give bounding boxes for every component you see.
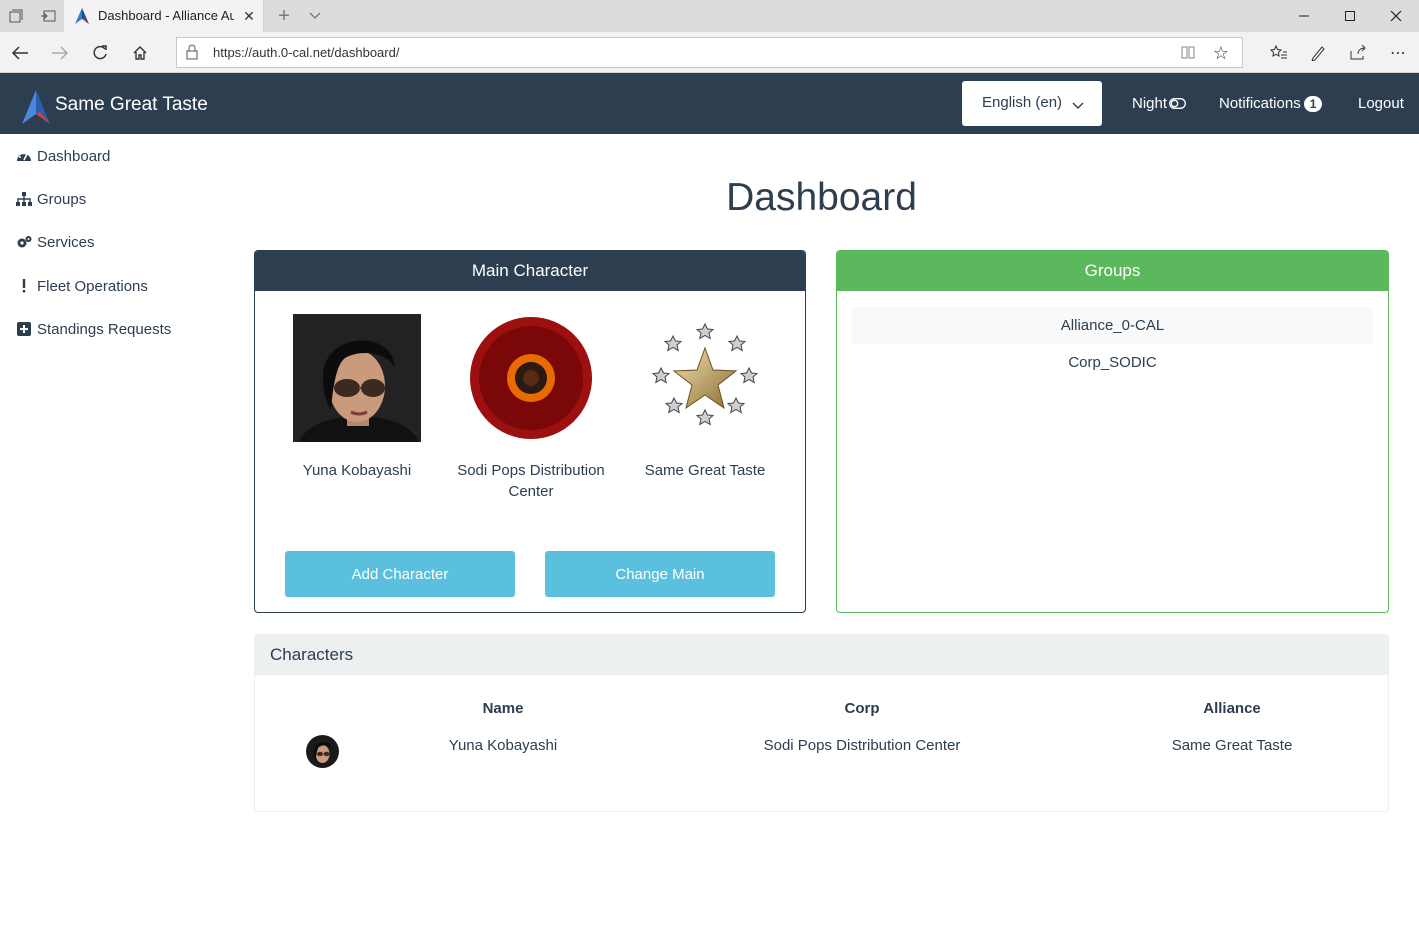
pen-icon[interactable] xyxy=(1305,40,1331,66)
corporation-logo-column: Sodi Pops Distribution Center xyxy=(444,314,618,502)
main-character-alliance: Same Great Taste xyxy=(644,462,766,479)
tab-title: Dashboard - Alliance Au xyxy=(98,8,234,23)
group-item: Alliance_0-CAL xyxy=(852,307,1373,344)
alliance-auth-favicon-icon xyxy=(74,8,90,24)
browser-tab-active[interactable]: Dashboard - Alliance Au ✕ xyxy=(64,0,264,32)
sidebar-item-standings-requests[interactable]: Standings Requests xyxy=(16,318,171,340)
sidebar-item-dashboard[interactable]: Dashboard xyxy=(16,145,110,167)
change-main-button[interactable]: Change Main xyxy=(545,551,775,597)
sidebar-item-label: Groups xyxy=(37,190,87,208)
chevron-down-icon xyxy=(1072,97,1084,109)
cogs-icon xyxy=(16,234,32,250)
back-arrow-icon[interactable] xyxy=(7,40,33,66)
url-text: https://auth.0-cal.net/dashboard/ xyxy=(213,45,400,60)
main-character-corp: Sodi Pops Distribution Center xyxy=(457,462,605,500)
close-window-icon[interactable] xyxy=(1373,0,1419,32)
column-header-corp: Corp xyxy=(844,700,880,717)
favorite-star-icon[interactable]: ☆ xyxy=(1210,42,1232,64)
browser-address-bar: https://auth.0-cal.net/dashboard/ ☆ ⋯ xyxy=(0,32,1419,73)
notifications-label: Notifications xyxy=(1219,95,1301,112)
url-field[interactable]: https://auth.0-cal.net/dashboard/ ☆ xyxy=(176,37,1243,68)
add-character-button[interactable]: Add Character xyxy=(285,551,515,597)
page-title: Dashboard xyxy=(726,176,917,219)
character-portrait-column: Yuna Kobayashi xyxy=(270,314,444,481)
column-header-name: Name xyxy=(482,700,524,717)
character-name-cell: Yuna Kobayashi xyxy=(448,737,558,754)
sidebar-item-label: Fleet Operations xyxy=(37,277,148,295)
night-mode-toggle[interactable]: Night xyxy=(1132,95,1186,113)
characters-panel: Characters Name Corp Alliance Yuna Kobay… xyxy=(254,634,1389,812)
column-header-alliance: Alliance xyxy=(1203,700,1261,717)
language-select[interactable]: English (en) xyxy=(962,81,1102,126)
character-avatar xyxy=(306,735,339,768)
site-navbar: Same Great Taste English (en) Night Noti… xyxy=(0,73,1419,134)
brand-logo-icon[interactable] xyxy=(20,90,52,124)
sidebar-item-label: Standings Requests xyxy=(37,320,172,338)
browser-tab-bar: Dashboard - Alliance Au ✕ + xyxy=(0,0,1419,32)
sidebar-item-groups[interactable]: Groups xyxy=(16,188,86,210)
sitemap-icon xyxy=(16,191,32,207)
night-label: Night xyxy=(1132,95,1168,112)
favorites-list-icon[interactable] xyxy=(1266,40,1292,66)
tab-manager-icon[interactable] xyxy=(6,6,26,26)
characters-heading: Characters xyxy=(255,635,1388,675)
notifications-badge: 1 xyxy=(1303,96,1323,113)
exclamation-icon xyxy=(16,278,32,294)
lock-icon xyxy=(185,44,201,62)
character-alliance-cell: Same Great Taste xyxy=(1171,737,1293,754)
more-menu-icon[interactable]: ⋯ xyxy=(1385,40,1411,66)
main-character-name: Yuna Kobayashi xyxy=(302,462,412,479)
alliance-logo-column: Same Great Taste xyxy=(618,314,792,481)
set-tabs-aside-icon[interactable] xyxy=(38,6,58,26)
toggle-icon xyxy=(1169,96,1186,113)
main-character-heading: Main Character xyxy=(255,251,805,291)
language-value: English (en) xyxy=(982,94,1063,111)
character-corp-cell: Sodi Pops Distribution Center xyxy=(763,737,961,754)
minimize-icon[interactable] xyxy=(1281,0,1327,32)
corporation-logo xyxy=(467,314,595,442)
home-icon[interactable] xyxy=(127,40,153,66)
sidebar-item-services[interactable]: Services xyxy=(16,231,95,253)
main-character-panel: Main Character Yuna Kobayashi Sodi Pops … xyxy=(254,250,806,613)
dashboard-icon xyxy=(16,148,32,164)
groups-heading: Groups xyxy=(837,251,1388,291)
sidebar-item-label: Dashboard xyxy=(37,147,111,165)
sidebar-item-label: Services xyxy=(37,233,95,251)
logout-link[interactable]: Logout xyxy=(1358,95,1404,112)
plus-square-icon xyxy=(16,321,32,337)
sidebar-item-fleet-operations[interactable]: Fleet Operations xyxy=(16,275,148,297)
reading-view-icon[interactable] xyxy=(1180,44,1198,62)
alliance-logo xyxy=(641,314,769,442)
chevron-down-icon[interactable] xyxy=(304,5,326,27)
maximize-icon[interactable] xyxy=(1327,0,1373,32)
groups-panel: Groups Alliance_0-CAL Corp_SODIC xyxy=(836,250,1389,613)
notifications-link[interactable]: Notifications 1 xyxy=(1219,95,1323,113)
character-portrait xyxy=(293,314,421,442)
share-icon[interactable] xyxy=(1345,40,1371,66)
group-item: Corp_SODIC xyxy=(1068,354,1157,371)
new-tab-icon[interactable]: + xyxy=(272,4,296,28)
brand-name[interactable]: Same Great Taste xyxy=(55,94,208,116)
refresh-icon[interactable] xyxy=(87,40,113,66)
close-tab-icon[interactable]: ✕ xyxy=(240,7,258,25)
forward-arrow-icon[interactable] xyxy=(47,40,73,66)
